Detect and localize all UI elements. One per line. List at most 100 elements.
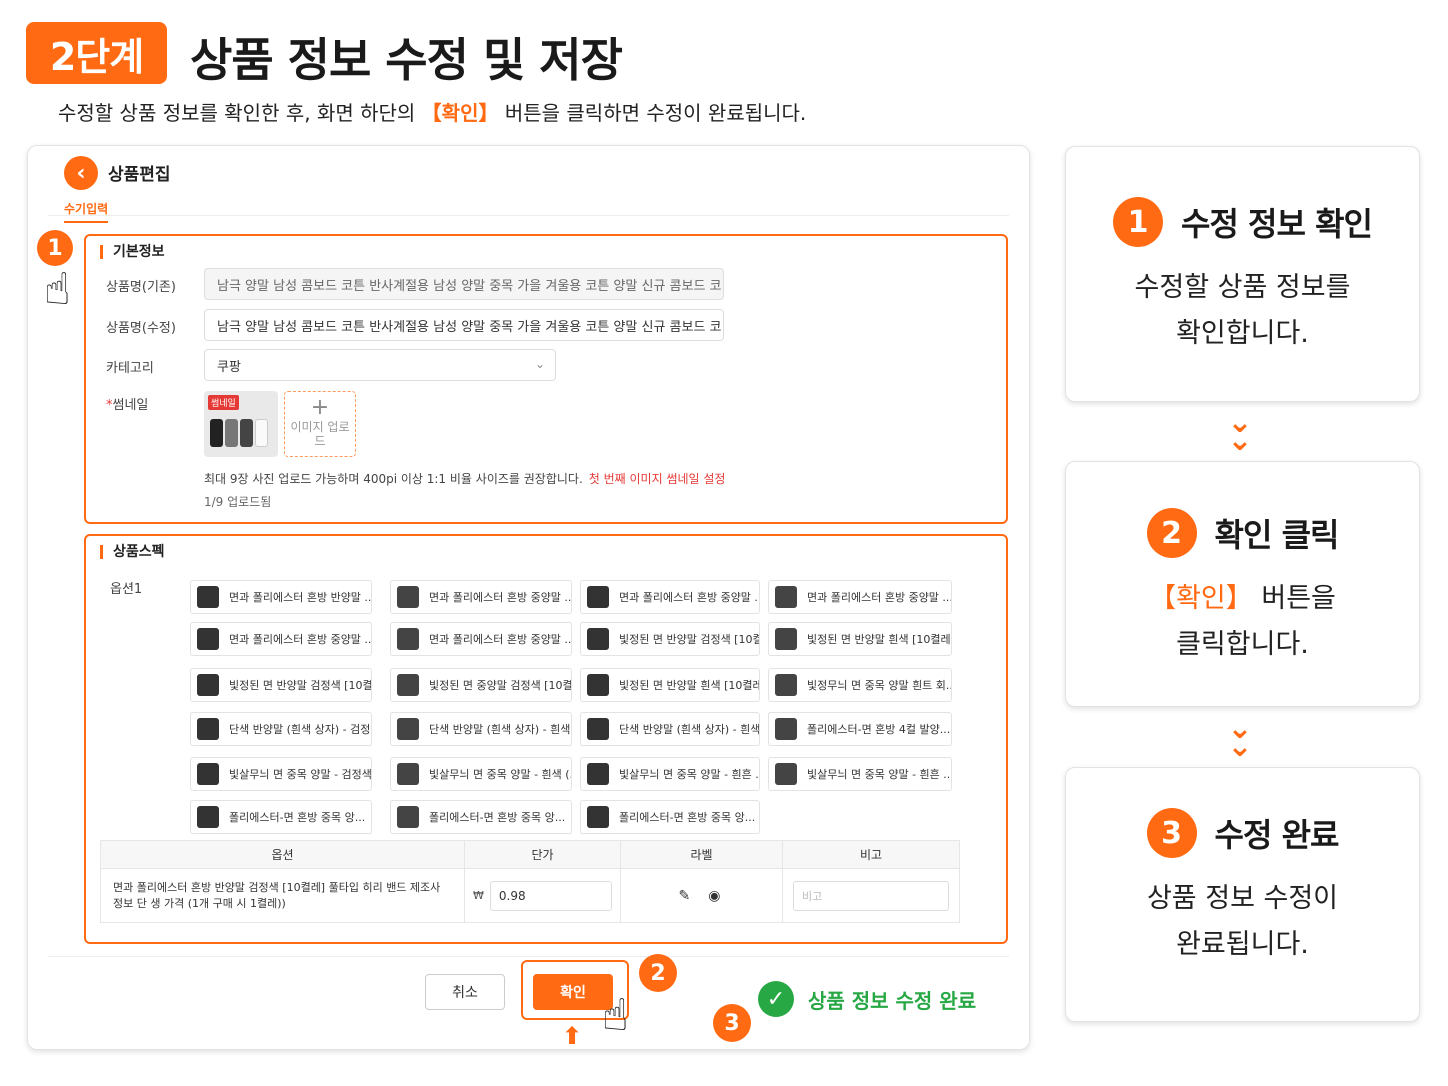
plus-icon: + [310, 395, 330, 420]
option-chip[interactable]: 면과 폴리에스터 혼방 반양말 ... [190, 580, 372, 614]
card-body: 상품 정보 수정이 완료됩니다. [1146, 883, 1339, 960]
option-chip[interactable]: 빛살무늬 면 중목 양말 - 검정색... [190, 757, 372, 791]
option-chip[interactable]: 면과 폴리에스터 혼방 중양말 ... [580, 580, 760, 614]
option-chip[interactable]: 폴리에스터-면 혼방 4컬 발양... [768, 712, 952, 746]
currency-symbol: ₩ [473, 889, 484, 902]
page-description: 수정할 상품 정보를 확인한 후, 화면 하단의 【확인】 버튼을 클릭하면 수… [58, 101, 807, 125]
option-chip-label: 빛살무늬 면 중목 양말 - 흰색 (... [429, 768, 572, 781]
set-thumbnail-link[interactable]: 첫 번째 이미지 썸네일 설정 [589, 472, 726, 486]
table-row: 면과 폴리에스터 혼방 반양말 검정색 [10켤레] 풀타입 히리 밴드 제조사… [100, 868, 960, 923]
option-chip[interactable]: 면과 폴리에스터 혼방 중양말 ... [390, 580, 572, 614]
card-number: 2 [1146, 508, 1197, 558]
option-chip[interactable]: 빛정된 면 반양말 흰색 [10켤레... [580, 668, 760, 702]
option-chip-label: 단색 반양말 (흰색 상자) - 검정... [229, 723, 372, 736]
chevron-double-down-icon: ⌄ ⌄ [1227, 405, 1253, 458]
eye-icon[interactable]: ◉ [708, 888, 738, 904]
option-chip-label: 빛정무늬 면 중목 양말 흰트 회... [807, 679, 952, 692]
option-chip[interactable]: 단색 반양말 (흰색 상자) - 검정... [190, 712, 372, 746]
option-thumbnail [775, 586, 797, 608]
option-chip[interactable]: 빛정된 면 반양말 검정색 [10켤2... [190, 668, 372, 702]
option-chip[interactable]: 폴리에스터-면 혼방 중목 앙... [190, 800, 372, 834]
option-chip-label: 면과 폴리에스터 혼방 중양말 ... [619, 591, 760, 604]
card-number: 1 [1113, 197, 1164, 247]
tab-manual-input[interactable]: 수기입력 [64, 200, 109, 223]
option-chip[interactable]: 폴리에스터-면 혼방 중목 앙... [390, 800, 572, 834]
option-chip[interactable]: 빛정된 면 반양말 흰색 [10켤레... [768, 622, 952, 656]
option-thumbnail [587, 628, 609, 650]
product-edit-panel: ‹ 상품편집 수기입력 기본정보 상품명(기존) 남극 양말 남성 콤보드 코튼… [27, 145, 1030, 1050]
option-chip[interactable]: 면과 폴리에스터 혼방 중양말 ... [768, 580, 952, 614]
step-card-3: 3 수정 완료 상품 정보 수정이 완료됩니다. [1065, 767, 1420, 1022]
tab-divider [48, 215, 1009, 216]
pointer-hand-icon: ☝ [602, 990, 629, 1041]
option-chip[interactable]: 면과 폴리에스터 혼방 중양말 ... [190, 622, 372, 656]
thumbnail-image[interactable]: 썸네일 [204, 391, 278, 457]
price-cell: ₩0.98 [464, 868, 621, 923]
option-thumbnail [587, 586, 609, 608]
option-thumbnail [775, 763, 797, 785]
option-chip-label: 폴리에스터-면 혼방 중목 앙... [229, 811, 366, 824]
option-thumbnail [197, 718, 219, 740]
upload-hint: 최대 9장 사진 업로드 가능하며 400pi 이상 1:1 비율 사이즈를 권… [204, 472, 726, 486]
price-input[interactable]: 0.98 [489, 880, 612, 911]
thumbnail-tag: 썸네일 [208, 395, 239, 410]
option-thumbnail [775, 628, 797, 650]
option-chip-label: 빛정된 면 반양말 검정색 [10켤2... [229, 679, 372, 692]
name-original-field: 남극 양말 남성 콤보드 코튼 반사계절용 남성 양말 중목 가을 겨울용 코튼… [204, 268, 724, 300]
chevron-down-icon: ⌄ [534, 357, 545, 371]
option-chip[interactable]: 빛살무늬 면 중목 양말 - 흰색 (... [390, 757, 572, 791]
note-cell: 비고 [782, 868, 960, 923]
table-header-option: 옵션 [100, 840, 465, 869]
option-chip[interactable]: 빛정무늬 면 중목 양말 흰트 회... [768, 668, 952, 702]
cancel-button[interactable]: 취소 [425, 974, 505, 1010]
option-chip-label: 면과 폴리에스터 혼방 중양말 ... [429, 633, 572, 646]
confirm-button[interactable]: 확인 [533, 974, 613, 1010]
product-spec-section: 상품스펙 옵션1 면과 폴리에스터 혼방 반양말 ... 면과 폴리에스터 혼방 … [84, 534, 1008, 944]
option-chip[interactable]: 면과 폴리에스터 혼방 중양말 ... [390, 622, 572, 656]
panel-title: 상품편집 [108, 165, 171, 185]
option-chip-label: 빛정된 면 중양말 검정색 [10켤: [429, 679, 572, 692]
option-chip-label: 면과 폴리에스터 혼방 중양말 ... [229, 633, 372, 646]
option-thumbnail [197, 628, 219, 650]
option-thumbnail [775, 718, 797, 740]
option-cell: 면과 폴리에스터 혼방 반양말 검정색 [10켤레] 풀타입 히리 밴드 제조사… [100, 868, 465, 923]
category-label: 카테고리 [106, 361, 154, 376]
option-thumbnail [197, 806, 219, 828]
option-thumbnail [775, 674, 797, 696]
thumbnail-label: *썸네일 [106, 398, 149, 413]
note-input[interactable]: 비고 [793, 880, 949, 911]
option-thumbnail [587, 674, 609, 696]
option-thumbnail [587, 763, 609, 785]
back-button[interactable]: ‹ [64, 156, 98, 190]
edit-complete-text: 상품 정보 수정 완료 [808, 988, 977, 1013]
arrow-up-icon: ⬆ [562, 1022, 583, 1050]
card-title: 수정 정보 확인 [1181, 205, 1373, 243]
image-upload-button[interactable]: + 이미지 업로드 [284, 391, 356, 457]
step-card-1: 1 수정 정보 확인 수정할 상품 정보를 확인합니다. [1065, 146, 1420, 402]
sock-image [255, 419, 268, 447]
card-title: 확인 클릭 [1214, 516, 1340, 554]
option-chip[interactable]: 빛정된 면 중양말 검정색 [10켤: [390, 668, 572, 702]
option-chip[interactable]: 폴리에스터-면 혼방 중목 앙... [580, 800, 760, 834]
label-cell: ✎◉ [620, 868, 783, 923]
option-thumbnail [397, 674, 419, 696]
card-body: 【확인】 버튼을 클릭합니다. [1149, 583, 1336, 660]
option-chip[interactable]: 단색 반양말 (흰색 상자) - 흰색... [390, 712, 572, 746]
sock-image [240, 419, 253, 447]
marker-2: 2 [639, 954, 677, 992]
option-chip[interactable]: 단색 반양말 (흰색 상자) - 흰색... [580, 712, 760, 746]
option-chip[interactable]: 빛정된 면 반양말 검정색 [10켤: [580, 622, 760, 656]
option-chip-label: 면과 폴리에스터 혼방 중양말 ... [429, 591, 572, 604]
option-thumbnail [397, 628, 419, 650]
option-chip[interactable]: 빛살무늬 면 중목 양말 - 흰흔 ... [580, 757, 760, 791]
category-select[interactable]: 쿠팡 ⌄ [204, 349, 556, 381]
step-card-2: 2 확인 클릭 【확인】 버튼을 클릭합니다. [1065, 461, 1420, 707]
table-header-price: 단가 [464, 840, 621, 869]
chevron-double-down-icon: ⌄ ⌄ [1227, 711, 1253, 764]
option-table: 옵션 단가 라벨 비고 면과 폴리에스터 혼방 반양말 검정색 [10켤레] 풀… [100, 840, 960, 923]
option-thumbnail [397, 718, 419, 740]
option-thumbnail [197, 763, 219, 785]
pencil-icon[interactable]: ✎ [679, 888, 709, 904]
name-edit-input[interactable]: 남극 양말 남성 콤보드 코튼 반사계절용 남성 양말 중목 가을 겨울용 코튼… [204, 309, 724, 341]
option-chip[interactable]: 빛살무늬 면 중목 양말 - 흰흔 ... [768, 757, 952, 791]
